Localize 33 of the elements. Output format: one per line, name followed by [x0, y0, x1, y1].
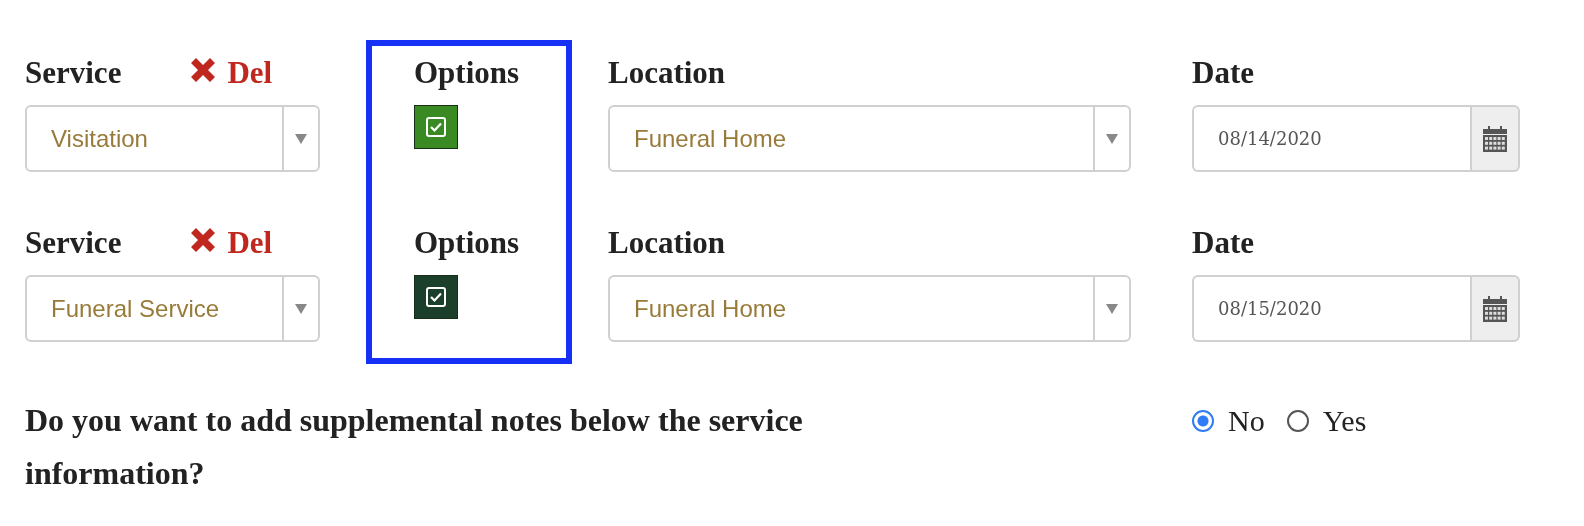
- caret-icon: [295, 303, 307, 314]
- delete-link[interactable]: Del: [187, 49, 273, 91]
- question-text: Do you want to add supplemental notes below the service information?: [25, 401, 804, 493]
- date-field[interactable]: 08/15/2020: [1192, 275, 1470, 342]
- date-label: Date: [1192, 225, 1254, 261]
- calendar-icon: [1483, 295, 1507, 322]
- date-field[interactable]: 08/14/2020: [1192, 105, 1470, 172]
- caret-icon: [295, 133, 307, 144]
- caret-icon: [1106, 133, 1118, 144]
- calendar-button[interactable]: [1470, 275, 1520, 342]
- check-icon: [425, 286, 447, 308]
- service-label: Service: [25, 225, 122, 261]
- radio-button[interactable]: [1192, 409, 1214, 432]
- location-label: Location: [608, 225, 726, 261]
- service-dropdown[interactable]: Funeral Service: [25, 275, 320, 342]
- options-label: Options: [414, 225, 520, 261]
- options-label: Options: [414, 55, 520, 91]
- check-icon: [425, 116, 447, 138]
- options-checkbox[interactable]: [414, 105, 458, 149]
- service-dropdown[interactable]: Visitation: [25, 105, 320, 172]
- delete-link[interactable]: Del: [187, 219, 273, 261]
- location-dropdown[interactable]: Funeral Home: [608, 275, 1131, 342]
- calendar-icon: [1483, 125, 1507, 152]
- radio-option[interactable]: No: [1192, 403, 1265, 438]
- date-label: Date: [1192, 55, 1254, 91]
- location-dropdown[interactable]: Funeral Home: [608, 105, 1131, 172]
- service-label: Service: [25, 55, 122, 91]
- location-label: Location: [608, 55, 726, 91]
- options-checkbox[interactable]: [414, 275, 458, 319]
- radio-button[interactable]: [1286, 409, 1309, 432]
- caret-icon: [1106, 303, 1118, 314]
- calendar-button[interactable]: [1470, 105, 1520, 172]
- radio-option[interactable]: Yes: [1286, 403, 1367, 438]
